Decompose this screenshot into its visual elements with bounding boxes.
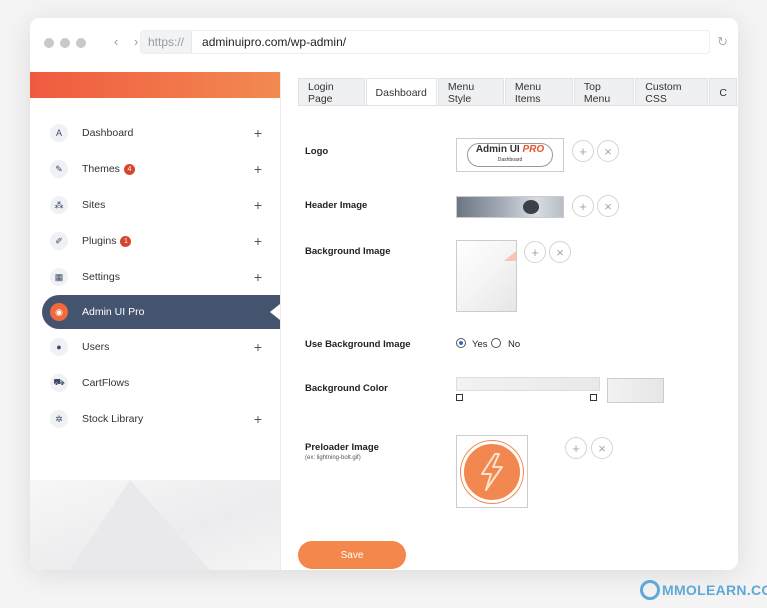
color-slider-handle-start[interactable] xyxy=(456,394,463,401)
expand-plus-icon[interactable]: + xyxy=(254,339,262,355)
sidebar-item-stock-library[interactable]: ✲ Stock Library + xyxy=(42,401,280,437)
watermark-text: MMOLEARN.COM xyxy=(662,582,767,598)
sidebar-item-label: Admin UI Pro xyxy=(82,306,145,318)
brush-icon: ✎ xyxy=(50,160,68,178)
use-bg-no-label: No xyxy=(508,339,521,350)
tab-menu-style[interactable]: Menu Style xyxy=(437,78,504,106)
use-bg-no-radio[interactable] xyxy=(491,338,501,348)
user-icon: ● xyxy=(50,338,68,356)
tab-login-page[interactable]: Login Page xyxy=(298,78,365,106)
expand-plus-icon[interactable]: + xyxy=(254,161,262,177)
preloader-image-add-button[interactable]: + xyxy=(565,437,587,459)
tab-overflow[interactable]: C xyxy=(709,78,737,106)
admin-sidebar: A Dashboard + ✎ Themes 4 + ⁂ Sites + ✐ P… xyxy=(30,72,280,570)
sidebar-item-label: Plugins xyxy=(82,235,117,247)
sidebar-item-label: Sites xyxy=(82,199,106,211)
use-bg-yes-radio[interactable] xyxy=(456,338,466,348)
expand-plus-icon[interactable]: + xyxy=(254,197,262,213)
preloader-image-hint: (ex: lightning-bolt.gif) xyxy=(305,455,361,461)
expand-plus-icon[interactable]: + xyxy=(254,411,262,427)
sidebar-item-settings[interactable]: ▦ Settings + xyxy=(42,259,280,295)
tab-menu-items[interactable]: Menu Items xyxy=(504,78,573,106)
sidebar-item-label: Settings xyxy=(82,271,120,283)
sites-network-icon: ⁂ xyxy=(50,196,68,214)
sidebar-item-label: Dashboard xyxy=(82,127,134,139)
expand-plus-icon[interactable]: + xyxy=(254,125,262,141)
sidebar-item-cartflows[interactable]: ⛟ CartFlows xyxy=(42,365,280,401)
use-bg-yes-label: Yes xyxy=(472,339,488,350)
browser-chrome: ‹ › https:// adminuipro.com/wp-admin/ ↻ xyxy=(30,18,738,70)
logo-remove-button[interactable]: × xyxy=(597,140,619,162)
sidebar-item-admin-ui-pro[interactable]: ◉ Admin UI Pro xyxy=(42,295,280,329)
header-image-remove-button[interactable]: × xyxy=(597,195,619,217)
sidebar-item-dashboard[interactable]: A Dashboard + xyxy=(42,115,280,151)
background-color-label: Background Color xyxy=(305,383,388,394)
lightning-bolt-icon xyxy=(461,440,523,503)
logo-subtitle: Dashboard xyxy=(497,157,523,163)
settings-tabs: Login Page Dashboard Menu Style Menu Ite… xyxy=(298,78,738,106)
sidebar-item-plugins[interactable]: ✐ Plugins 1 + xyxy=(42,223,280,259)
header-image-preview xyxy=(456,196,564,218)
gear-icon: ✲ xyxy=(50,410,68,428)
preloader-image-remove-button[interactable]: × xyxy=(591,437,613,459)
url-protocol: https:// xyxy=(141,31,193,53)
logo-pro-text: PRO xyxy=(522,144,545,155)
logo-add-button[interactable]: + xyxy=(572,140,594,162)
tab-dashboard[interactable]: Dashboard xyxy=(365,78,437,106)
watermark-logo-icon xyxy=(640,580,660,600)
expand-plus-icon[interactable]: + xyxy=(254,269,262,285)
dashboard-icon: A xyxy=(50,124,68,142)
brand-bar xyxy=(30,72,280,98)
background-image-remove-button[interactable]: × xyxy=(549,241,571,263)
sidebar-item-label: CartFlows xyxy=(82,377,130,389)
header-image-label: Header Image xyxy=(305,200,368,211)
preloader-image-label: Preloader Image xyxy=(305,442,379,453)
settings-grid-icon: ▦ xyxy=(50,268,68,286)
save-button[interactable]: Save xyxy=(298,541,406,569)
tabs-baseline xyxy=(298,105,738,106)
sidebar-item-users[interactable]: ● Users + xyxy=(42,329,280,365)
background-image-add-button[interactable]: + xyxy=(524,241,546,263)
color-slider-handle-end[interactable] xyxy=(590,394,597,401)
active-indicator-notch xyxy=(270,304,280,320)
preloader-image-preview xyxy=(456,435,528,508)
url-text[interactable]: adminuipro.com/wp-admin/ xyxy=(192,35,346,49)
minimize-window-dot[interactable] xyxy=(60,38,70,48)
sidebar-menu: A Dashboard + ✎ Themes 4 + ⁂ Sites + ✐ P… xyxy=(42,115,280,437)
tab-top-menu[interactable]: Top Menu xyxy=(573,78,635,106)
sidebar-item-label: Stock Library xyxy=(82,413,144,425)
logo-preview: Admin UI PRO Dashboard xyxy=(456,138,564,172)
cart-icon: ⛟ xyxy=(50,374,68,392)
address-bar[interactable]: https:// adminuipro.com/wp-admin/ xyxy=(140,30,710,54)
use-background-image-label: Use Background Image xyxy=(305,339,411,350)
sidebar-item-sites[interactable]: ⁂ Sites + xyxy=(42,187,280,223)
background-image-preview xyxy=(456,240,517,312)
logo-label: Logo xyxy=(305,146,329,157)
admin-ui-pro-logo: Admin UI PRO Dashboard xyxy=(466,143,554,167)
expand-plus-icon[interactable]: + xyxy=(254,233,262,249)
update-count-badge: 4 xyxy=(123,163,135,175)
browser-window: ‹ › https:// adminuipro.com/wp-admin/ ↻ … xyxy=(30,18,738,570)
logo-text: Admin UI xyxy=(475,144,523,155)
close-window-dot[interactable] xyxy=(44,38,54,48)
admin-ui-pro-icon: ◉ xyxy=(50,303,68,321)
sidebar-item-label: Users xyxy=(82,341,110,353)
header-image-add-button[interactable]: + xyxy=(572,195,594,217)
watermark: MMOLEARN.COM xyxy=(640,580,767,600)
sidebar-item-themes[interactable]: ✎ Themes 4 + xyxy=(42,151,280,187)
background-image-label: Background Image xyxy=(305,246,391,257)
reload-icon[interactable]: ↻ xyxy=(717,34,728,50)
background-color-swatch[interactable] xyxy=(607,378,664,403)
maximize-window-dot[interactable] xyxy=(76,38,86,48)
sidebar-decoration-shape xyxy=(70,480,210,570)
plug-icon: ✐ xyxy=(50,232,68,250)
sidebar-item-label: Themes xyxy=(82,163,120,175)
settings-panel: Login Page Dashboard Menu Style Menu Ite… xyxy=(281,72,738,570)
background-color-slider[interactable] xyxy=(456,377,600,391)
update-count-badge: 1 xyxy=(120,235,132,247)
tab-custom-css[interactable]: Custom CSS xyxy=(635,78,709,106)
window-controls xyxy=(44,38,86,48)
